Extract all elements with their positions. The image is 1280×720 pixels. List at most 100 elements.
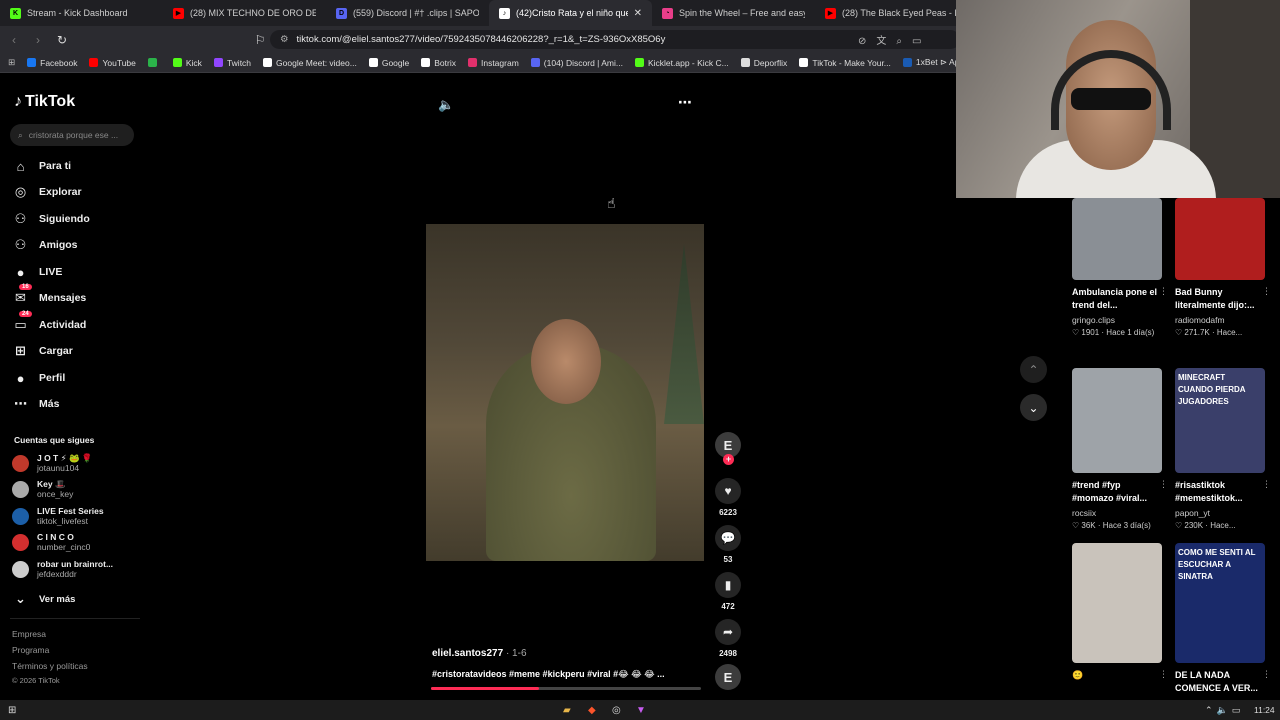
bookmark-icon[interactable]: ⚐ <box>250 33 270 47</box>
forward-icon[interactable]: › <box>28 33 48 47</box>
sidebar-nav-messages[interactable]: ✉ 16 Mensajes <box>12 283 137 309</box>
related-video-card[interactable]: Ambulancia pone el trend del... gringo.c… <box>1072 198 1168 337</box>
card-menu-icon[interactable]: ⋮ <box>1159 479 1168 490</box>
bookmark-item[interactable]: TikTok - Make Your... <box>799 57 891 68</box>
sidebar-nav-label: Más <box>39 398 60 410</box>
bookmark-item[interactable]: Instagram <box>467 57 519 68</box>
card-menu-icon[interactable]: ⋮ <box>1159 286 1168 297</box>
comment-button[interactable]: 💬 53 <box>713 525 743 564</box>
sidebar-nav-following[interactable]: ⚇ Siguiendo <box>12 208 137 230</box>
followed-account[interactable]: C I N C Onumber_cinc0 <box>12 532 90 552</box>
card-menu-icon[interactable]: ⋮ <box>1262 479 1271 490</box>
account-name: J O T ⚡ 🐸 🌹 <box>37 453 93 463</box>
bookmark-item[interactable]: Google <box>368 57 410 68</box>
avatar <box>12 560 29 578</box>
card-menu-icon[interactable]: ⋮ <box>1159 669 1168 680</box>
followed-account[interactable]: LIVE Fest Series tiktok_livefest <box>12 506 104 526</box>
account-handle: jefdexdddr <box>37 569 77 579</box>
obs-icon[interactable]: ◎ <box>612 705 621 716</box>
card-menu-icon[interactable]: ⋮ <box>1262 286 1271 297</box>
video-author[interactable]: eliel.santos277 · 1-6 <box>432 648 527 659</box>
related-video-card[interactable]: Bad Bunny literalmente dijo:... radiomod… <box>1175 198 1271 337</box>
followed-account[interactable]: J O T ⚡ 🐸 🌹 jotaunu104 <box>12 453 92 473</box>
browser-tab[interactable]: ▶ (28) The Black Eyed Peas - I Gotta <box>815 0 978 26</box>
like-button[interactable]: ♥ 6223 <box>713 478 743 517</box>
close-tab-icon[interactable]: ✕ <box>634 8 642 19</box>
messages-icon: ✉ 16 <box>12 283 32 307</box>
followed-account[interactable]: Key 🎩 once_key <box>12 479 73 499</box>
bookmark-item[interactable]: Facebook <box>27 57 77 68</box>
followed-account[interactable]: robar un brainrot... jefdexdddr <box>12 559 113 579</box>
sidebar-nav-label: Actividad <box>39 319 87 331</box>
bookmark-label: TikTok - Make Your... <box>812 57 891 68</box>
footer-link[interactable]: Empresa <box>12 629 46 639</box>
bookmark-item[interactable]: Kick <box>172 57 202 68</box>
related-video-card[interactable]: #trend #fyp #momazo #viral... rocsiix ♡ … <box>1072 368 1168 530</box>
share-button[interactable]: ➦ 2498 <box>713 619 743 658</box>
bookmark-item[interactable]: YouTube <box>89 57 136 68</box>
bookmark-item[interactable]: Google Meet: video... <box>263 57 357 68</box>
sidebar-nav-home[interactable]: ⌂ Para ti <box>12 155 137 177</box>
sidebar-nav-profile[interactable]: ● Perfil <box>12 367 137 389</box>
sidebar-nav-live[interactable]: ● LIVE <box>12 261 137 283</box>
search-input[interactable]: ⌕ cristorata porque ese ... <box>10 124 134 146</box>
follow-plus-icon[interactable]: + <box>723 454 734 465</box>
tiktok-logo[interactable]: ♪ TikTok <box>14 93 75 111</box>
bookmark-item[interactable] <box>147 57 161 68</box>
card-menu-icon[interactable]: ⋮ <box>1262 669 1271 680</box>
save-button[interactable]: ▮ 472 <box>713 572 743 611</box>
sidebar-nav-upload[interactable]: ⊞ Cargar <box>12 340 137 362</box>
app-icon[interactable]: ▼ <box>636 705 646 716</box>
footer-link[interactable]: Programa <box>12 645 49 655</box>
site-info-icon[interactable]: ⚙ <box>280 34 289 45</box>
avatar <box>12 533 29 551</box>
tab-title: Stream - Kick Dashboard <box>27 8 128 18</box>
address-bar-actions-icon[interactable]: ⊘文⌕▭ <box>858 32 931 47</box>
back-icon[interactable]: ‹ <box>4 33 24 47</box>
windows-start-icon[interactable]: ⊞ <box>8 705 16 716</box>
video-progress-bar[interactable] <box>431 687 701 690</box>
bookmark-item[interactable]: Botrix <box>421 57 456 68</box>
browser-tab[interactable]: ◔ Spin the Wheel – Free and easy-to-u <box>652 0 815 26</box>
browser-tab[interactable]: ▶ (28) MIX TECHNO DE ORO DE 80's & <box>163 0 326 26</box>
music-disc-button[interactable]: E <box>713 664 743 694</box>
sidebar-nav-more[interactable]: ⋯ Más <box>12 393 137 415</box>
sidebar-nav-compass[interactable]: ◎ Explorar <box>12 181 137 203</box>
bookmark-save-icon: ▮ <box>715 572 741 598</box>
footer-link[interactable]: Términos y políticas <box>12 661 88 671</box>
account-handle: tiktok_livefest <box>37 516 89 526</box>
bookmark-item[interactable]: Kicklet.app - Kick C... <box>634 57 729 68</box>
file-explorer-icon[interactable]: ▰ <box>563 705 571 716</box>
bookmark-label: (104) Discord | Ami... <box>543 57 623 68</box>
bookmark-item[interactable]: Deporflix <box>740 57 787 68</box>
author-avatar-button[interactable]: E + <box>713 432 743 465</box>
see-more-button[interactable]: ⌄ Ver más <box>12 588 137 610</box>
share-count: 2498 <box>719 649 737 658</box>
related-video-card[interactable]: COMO ME SENTI AL ESCUCHAR A SINATRA DE L… <box>1175 543 1271 698</box>
browser-tab[interactable]: K Stream - Kick Dashboard <box>0 0 163 26</box>
account-handle: number_cinc0 <box>37 542 91 552</box>
search-placeholder: cristorata porque ese ... <box>28 130 119 140</box>
related-video-card[interactable]: MINECRAFT CUANDO PIERDA JUGADORES #risas… <box>1175 368 1271 530</box>
account-name: robar un brainrot... <box>37 559 114 569</box>
previous-video-button[interactable]: ⌃ <box>1020 356 1047 383</box>
volume-icon[interactable]: 🔈 <box>438 97 454 113</box>
next-video-button[interactable]: ⌄ <box>1020 394 1047 421</box>
account-name: LIVE Fest Series <box>37 506 104 516</box>
card-title: #risastiktok #memestiktok... <box>1175 480 1243 503</box>
sidebar-nav-activity[interactable]: ▭ 24 Actividad <box>12 310 137 336</box>
bookmark-label: Google <box>381 57 410 68</box>
brave-browser-icon[interactable]: ◆ <box>588 705 596 716</box>
browser-tab[interactable]: ♪ (42)Cristo Rata y el niño que ✕ <box>489 0 652 26</box>
reload-icon[interactable]: ↻ <box>52 33 72 47</box>
related-video-card[interactable]: 🙂 zullyy_cs ♡ 330.8K · Hace... ⋮ <box>1072 543 1168 720</box>
sidebar-nav-friends[interactable]: ⚇ Amigos <box>12 234 137 256</box>
more-options-icon[interactable]: ⋯ <box>678 94 692 111</box>
system-tray-icons[interactable]: ⌃🔈▭ <box>1205 705 1244 716</box>
video-player[interactable] <box>426 224 704 561</box>
browser-tab[interactable]: D (559) Discord | #† .clips | SAPOLIC <box>326 0 489 26</box>
bookmark-item[interactable]: Twitch <box>213 57 251 68</box>
bookmark-item[interactable]: (104) Discord | Ami... <box>530 57 623 68</box>
apps-grid-icon[interactable]: ⊞ <box>8 57 15 68</box>
url-field[interactable]: ⚙ tiktok.com/@eliel.santos277/video/7592… <box>270 30 960 49</box>
